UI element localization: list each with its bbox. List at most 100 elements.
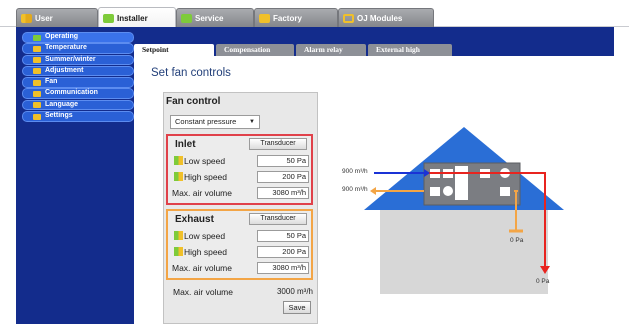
inlet-low-speed-value: 50 — [286, 156, 295, 165]
sidebar-item-adjustment[interactable]: Adjustment — [22, 65, 134, 77]
sidebar-item-label: Settings — [45, 112, 73, 120]
supply-flow-label: 900 m³/h — [342, 168, 368, 175]
exhaust-group: Exhaust Transducer Low speed 50 Pa High s… — [166, 209, 313, 280]
low-speed-text: Low speed — [184, 231, 226, 241]
control-mode-select[interactable]: Constant pressure ▼ — [170, 115, 260, 129]
sidebar-item-temperature[interactable]: Temperature — [22, 43, 134, 54]
tab-oj-modules[interactable]: OJ Modules — [338, 8, 434, 27]
page-title: Set fan controls — [151, 67, 231, 79]
fan-icon — [33, 79, 41, 86]
tab-installer-label: Installer — [117, 13, 148, 23]
inlet-high-speed-value: 200 — [282, 172, 295, 181]
high-speed-icon — [174, 172, 183, 181]
filter-icon — [430, 187, 440, 196]
low-speed-icon — [174, 156, 183, 165]
heat-exchanger-icon — [455, 166, 468, 200]
communication-icon — [33, 90, 41, 97]
extract-arrow-icon — [370, 187, 376, 195]
extract-fan-icon — [443, 186, 453, 196]
inlet-title: Inlet — [175, 139, 196, 150]
filter-icon — [500, 187, 510, 196]
pressure-unit: Pa — [296, 156, 306, 165]
adjustment-icon — [33, 68, 41, 75]
tab-factory[interactable]: Factory — [254, 8, 338, 27]
settings-icon — [33, 113, 41, 120]
extract-pressure-label: 0 Pa — [510, 237, 524, 244]
tab-alarm-relay[interactable]: Alarm relay — [296, 44, 366, 56]
high-speed-label: High speed — [174, 171, 227, 184]
temperature-icon — [33, 45, 41, 52]
summer-winter-icon — [33, 57, 41, 64]
sidebar-item-label: Adjustment — [45, 66, 84, 74]
inlet-max-air-volume-input[interactable]: 3080 m³/h — [257, 187, 309, 199]
sidebar-item-fan[interactable]: Fan — [22, 77, 134, 88]
tab-user[interactable]: User — [16, 8, 98, 27]
exhaust-max-air-volume-input[interactable]: 3080 m³/h — [257, 262, 309, 274]
sidebar-item-operating[interactable]: Operating — [22, 32, 134, 43]
sidebar-item-language[interactable]: Language — [22, 99, 134, 111]
inlet-max-air-volume-value: 3080 — [272, 188, 289, 197]
exhaust-transducer-button[interactable]: Transducer — [249, 213, 307, 225]
tab-installer[interactable]: Installer — [98, 7, 176, 28]
sidebar-item-label: Temperature — [45, 44, 87, 52]
building-wall — [380, 210, 548, 294]
inlet-group: Inlet Transducer Low speed 50 Pa High spe… — [166, 134, 313, 205]
extract-connector — [514, 190, 518, 192]
tab-compensation[interactable]: Compensation — [216, 44, 294, 56]
sidebar-item-label: Language — [45, 100, 79, 108]
pressure-unit: Pa — [296, 247, 306, 256]
exhaust-title: Exhaust — [175, 214, 214, 225]
save-button[interactable]: Save — [283, 301, 311, 314]
max-air-volume-label: Max. air volume — [172, 188, 232, 198]
extract-flow-label: 900 m³/h — [342, 186, 368, 193]
factory-icon — [259, 13, 270, 23]
exhaust-high-speed-input[interactable]: 200 Pa — [257, 246, 309, 258]
exhaust-high-speed-value: 200 — [282, 247, 295, 256]
high-speed-icon — [174, 247, 183, 256]
low-speed-text: Low speed — [184, 156, 226, 166]
tab-external-high[interactable]: External high — [368, 44, 452, 56]
ventilation-diagram: 900 m³/h 900 m³/h 0 Pa 0 Pa — [330, 100, 614, 324]
tab-oj-modules-label: OJ Modules — [357, 13, 403, 23]
tab-factory-label: Factory — [273, 13, 302, 23]
low-speed-label: Low speed — [174, 230, 225, 243]
sidebar-item-label: Fan — [45, 78, 58, 86]
sidebar-item-summer-winter[interactable]: Summer/winter — [22, 54, 134, 66]
inlet-transducer-button[interactable]: Transducer — [249, 138, 307, 150]
high-speed-label: High speed — [174, 246, 227, 259]
tab-service-label: Service — [195, 13, 224, 23]
tab-service[interactable]: Service — [176, 8, 254, 27]
max-air-volume-label: Max. air volume — [172, 263, 232, 273]
exhaust-low-speed-value: 50 — [286, 231, 295, 240]
low-speed-label: Low speed — [174, 155, 225, 168]
dropdown-arrow-icon: ▼ — [249, 119, 255, 125]
high-speed-text: High speed — [184, 172, 228, 182]
pressure-unit: Pa — [296, 231, 306, 240]
sidebar-item-communication[interactable]: Communication — [22, 88, 134, 99]
language-icon — [33, 102, 41, 109]
sidebar-item-settings[interactable]: Settings — [22, 111, 134, 122]
tab-user-label: User — [35, 13, 53, 23]
inlet-high-speed-input[interactable]: 200 Pa — [257, 171, 309, 183]
sidebar-item-label: Summer/winter — [45, 55, 96, 63]
sidebar-nav: Operating Temperature Summer/winter Adju… — [22, 32, 134, 122]
sidebar-item-label: Operating — [45, 33, 79, 40]
pressure-unit: Pa — [296, 172, 306, 181]
total-max-air-volume-value: 3000 m³/h — [276, 287, 313, 296]
sidebar-item-label: Communication — [45, 89, 98, 97]
total-max-air-volume-label: Max. air volume — [173, 287, 233, 297]
installer-icon — [103, 13, 114, 23]
modules-icon — [343, 13, 354, 23]
exhaust-low-speed-input[interactable]: 50 Pa — [257, 230, 309, 242]
exhaust-max-air-volume-value: 3080 — [272, 263, 289, 272]
low-speed-icon — [174, 231, 183, 240]
airflow-unit: m³/h — [291, 263, 306, 272]
inlet-low-speed-input[interactable]: 50 Pa — [257, 155, 309, 167]
sub-tab-bar: Setpoint Compensation Alarm relay Extern… — [134, 42, 614, 56]
high-speed-text: High speed — [184, 247, 228, 257]
exhaust-pressure-label: 0 Pa — [536, 278, 550, 285]
users-icon — [21, 13, 32, 23]
fan-control-heading: Fan control — [166, 96, 221, 107]
control-mode-value: Constant pressure — [175, 117, 237, 126]
tab-setpoint[interactable]: Setpoint — [134, 44, 214, 56]
